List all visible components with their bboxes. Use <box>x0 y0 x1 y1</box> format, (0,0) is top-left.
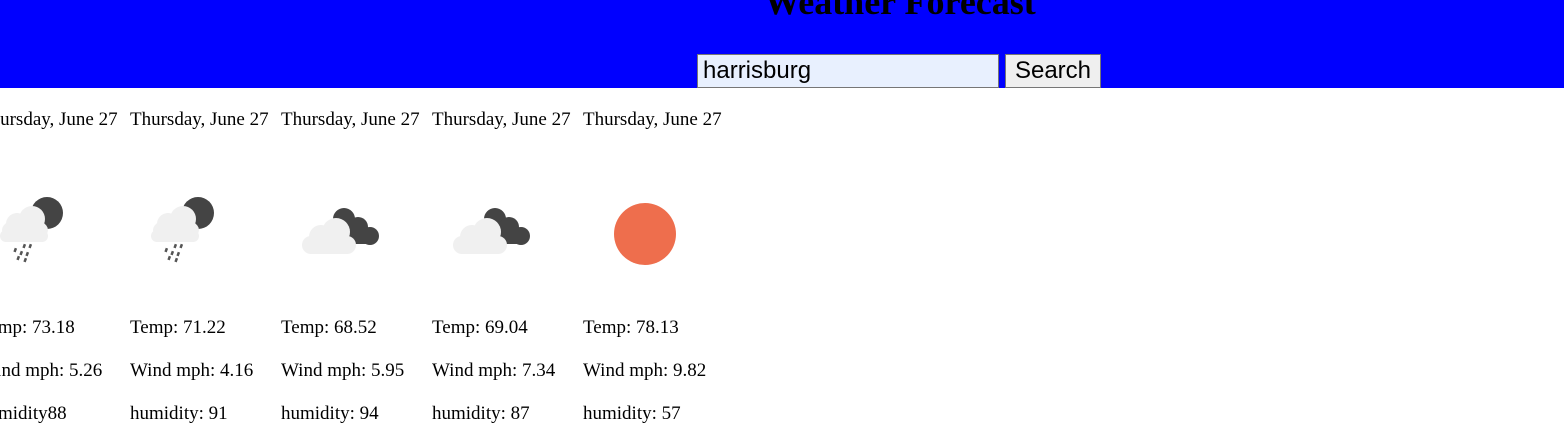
forecast-humidity: humidity: 91 <box>130 403 228 424</box>
page-title: Weather Forecast <box>764 0 1036 22</box>
forecast-wind: Wind mph: 7.34 <box>432 360 556 381</box>
forecast-wind: Wind mph: 9.82 <box>583 360 707 381</box>
forecast-day-card: Thursday, June 27 Temp: 71.22 Wind mph: … <box>130 106 281 428</box>
cloudy-night-icon <box>453 208 530 254</box>
forecast-date: Thursday, June 27 <box>0 109 118 130</box>
forecast-temp: Temp: 68.52 <box>281 317 377 338</box>
search-button[interactable]: Search <box>1005 54 1101 88</box>
forecast-date: Thursday, June 27 <box>130 109 269 130</box>
forecast-day-card: Thursday, June 27 Temp: 69.04 Wind mph: … <box>432 106 583 428</box>
forecast-day-card: Thursday, June 27 Temp: 78.13 Wind mph: … <box>583 106 734 428</box>
forecast-temp: Temp: 69.04 <box>432 317 528 338</box>
forecast-day-card: Thursday, June 27 Temp: 68.52 Wind mph: … <box>281 106 432 428</box>
cloudy-night-icon <box>302 208 379 254</box>
forecast-wind: Wind mph: 5.26 <box>0 360 103 381</box>
forecast-day-card: Thursday, June 27 Temp: 73.18 Wind mph: … <box>0 106 130 428</box>
header-banner: Weather Forecast Search <box>0 0 1564 88</box>
forecast-temp: Temp: 78.13 <box>583 317 679 338</box>
forecast-humidity: humidity: 87 <box>432 403 530 424</box>
forecast-temp: Temp: 71.22 <box>130 317 226 338</box>
forecast-humidity: humidity: 57 <box>583 403 681 424</box>
forecast-temp: Temp: 73.18 <box>0 317 75 338</box>
city-search-input[interactable] <box>697 54 999 88</box>
rain-moon-icon <box>0 197 63 263</box>
forecast-date: Thursday, June 27 <box>281 109 420 130</box>
forecast-humidity: humidity88 <box>0 403 67 424</box>
forecast-date: Thursday, June 27 <box>583 109 722 130</box>
search-bar: Search <box>697 54 1101 88</box>
forecast-list: Thursday, June 27 Temp: 73.18 Wind mph: … <box>0 106 734 428</box>
forecast-date: Thursday, June 27 <box>432 109 571 130</box>
forecast-humidity: humidity: 94 <box>281 403 379 424</box>
forecast-wind: Wind mph: 4.16 <box>130 360 254 381</box>
forecast-wind: Wind mph: 5.95 <box>281 360 405 381</box>
rain-moon-icon <box>151 197 214 263</box>
sun-icon <box>614 203 676 265</box>
